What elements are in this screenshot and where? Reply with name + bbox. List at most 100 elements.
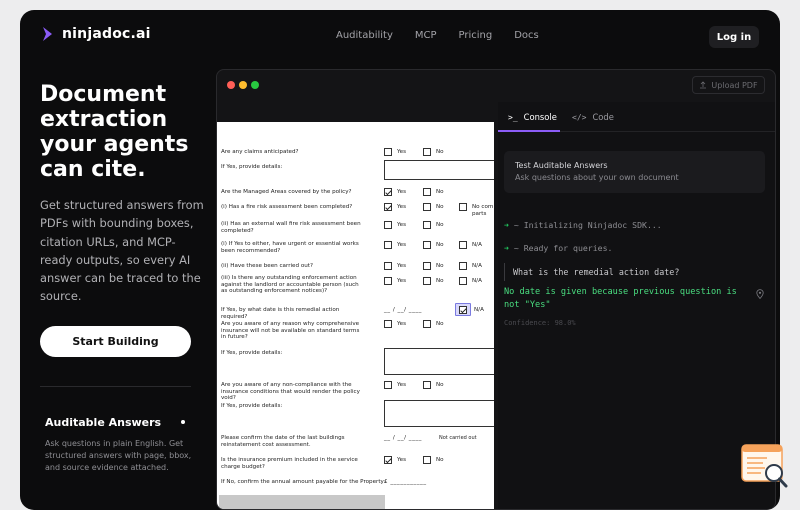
log-line-ready: ➜ ~ Ready for queries. <box>504 243 612 253</box>
doc-label-yes: Yes <box>397 382 407 388</box>
nav-link-mcp[interactable]: MCP <box>415 30 437 41</box>
log-ready-text: ~ Ready for queries. <box>513 243 613 253</box>
doc-question: (ii) Has an external wall fire risk asse… <box>221 221 361 234</box>
doc-question: If No, confirm the annual amount payable… <box>221 479 386 485</box>
doc-label-not-carried: Not carried out <box>439 435 477 441</box>
doc-label-yes: Yes <box>397 242 407 248</box>
doc-checkbox <box>423 277 431 285</box>
doc-checkbox <box>423 262 431 270</box>
doc-scroll-shade <box>219 495 385 509</box>
doc-checkbox <box>384 148 392 156</box>
doc-checkbox-checked <box>384 188 392 196</box>
doc-textbox <box>384 400 494 427</box>
doc-label-yes: Yes <box>397 149 407 155</box>
doc-date-blank: __ / __/ ____ <box>384 307 422 313</box>
window-minimize-dot[interactable] <box>239 81 247 89</box>
doc-checkbox <box>423 381 431 389</box>
doc-label-no: No <box>436 149 444 155</box>
brand-name: ninjadoc.ai <box>62 26 151 42</box>
tab-console[interactable]: >_ Console <box>508 112 557 122</box>
doc-question: If Yes, provide details: <box>221 350 283 356</box>
login-button[interactable]: Log in <box>709 26 759 48</box>
doc-question: (ii) Have these been carried out? <box>221 263 313 269</box>
code-icon: </> <box>572 112 587 122</box>
doc-checkbox <box>423 320 431 328</box>
answer-text: No date is given because previous questi… <box>504 287 737 310</box>
arrow-icon: ➜ <box>504 243 514 253</box>
start-building-button[interactable]: Start Building <box>40 326 191 357</box>
doc-checkbox <box>423 188 431 196</box>
doc-checkbox <box>384 320 392 328</box>
doc-label-no: No <box>436 278 444 284</box>
doc-label-yes: Yes <box>397 204 407 210</box>
doc-checkbox <box>423 203 431 211</box>
card-title: Test Auditable Answers <box>515 161 608 170</box>
doc-money-blank: £ ___________ <box>384 479 427 485</box>
upload-pdf-button[interactable]: Upload PDF <box>692 76 765 94</box>
doc-label-no-comp-b: parts <box>472 211 487 217</box>
location-pin-icon[interactable] <box>756 289 764 299</box>
arrow-icon: ➜ <box>504 220 514 230</box>
nav-link-auditability[interactable]: Auditability <box>336 30 393 41</box>
doc-date-blank: __ / __/ ____ <box>384 435 422 441</box>
doc-checkbox <box>459 277 467 285</box>
feature-active-dot <box>181 420 185 424</box>
doc-question: (iii) Is there any outstanding enforceme… <box>221 275 359 295</box>
page-frame: ninjadoc.ai Auditability MCP Pricing Doc… <box>20 10 780 510</box>
logo-chevron-icon <box>43 27 52 41</box>
nav-link-pricing[interactable]: Pricing <box>459 30 493 41</box>
doc-checkbox-checked <box>459 306 467 314</box>
doc-label-yes: Yes <box>397 321 407 327</box>
doc-label-yes: Yes <box>397 278 407 284</box>
doc-checkbox <box>459 262 467 270</box>
doc-label-no: No <box>436 189 444 195</box>
doc-question: Are any claims anticipated? <box>221 149 299 155</box>
tab-code[interactable]: </> Code <box>572 112 614 122</box>
nav-links: Auditability MCP Pricing Docs <box>336 30 539 41</box>
doc-label-yes: Yes <box>397 222 407 228</box>
nav-link-docs[interactable]: Docs <box>514 30 539 41</box>
doc-label-na: N/A <box>472 263 482 269</box>
feature-description: Ask questions in plain English. Get stru… <box>45 439 192 472</box>
log-line-init: ➜ ~ Initializing Ninjadoc SDK... <box>504 220 662 230</box>
doc-checkbox <box>384 381 392 389</box>
doc-label-no: No <box>436 321 444 327</box>
doc-checkbox <box>423 456 431 464</box>
doc-textbox <box>384 348 494 375</box>
window-maximize-dot[interactable] <box>251 81 259 89</box>
card-subtitle: Ask questions about your own document <box>515 173 679 182</box>
doc-checkbox <box>384 277 392 285</box>
window-close-dot[interactable] <box>227 81 235 89</box>
doc-label-yes: Yes <box>397 189 407 195</box>
doc-checkbox <box>384 262 392 270</box>
doc-question: (i) Has a fire risk assessment been comp… <box>221 204 353 210</box>
demo-window: Upload PDF Are any claims anticipated? Y… <box>216 69 776 510</box>
doc-question-remedial-date: If Yes, by what date is this remedial ac… <box>221 307 340 320</box>
divider <box>40 386 191 387</box>
doc-question: Are you aware of any non-compliance with… <box>221 382 360 402</box>
doc-checkbox <box>384 241 392 249</box>
doc-label-na: N/A <box>472 278 482 284</box>
doc-checkbox <box>459 241 467 249</box>
doc-label-no: No <box>436 263 444 269</box>
doc-label-no: No <box>436 204 444 210</box>
hero-heading: Document extraction your agents can cite… <box>40 82 189 182</box>
doc-checkbox-checked <box>384 456 392 464</box>
test-answers-card: Test Auditable Answers Ask questions abo… <box>504 151 765 193</box>
doc-question: (i) If Yes to either, have urgent or ess… <box>221 241 359 254</box>
doc-textbox <box>384 160 494 180</box>
doc-label-yes: Yes <box>397 263 407 269</box>
active-tab-indicator <box>498 130 560 132</box>
doc-label-no: No <box>436 457 444 463</box>
tab-console-label: Console <box>523 112 557 122</box>
upload-label: Upload PDF <box>711 80 758 90</box>
doc-label-no: No <box>436 242 444 248</box>
tab-code-label: Code <box>592 112 614 122</box>
log-init-text: ~ Initializing Ninjadoc SDK... <box>513 220 662 230</box>
search-document-badge-icon[interactable] <box>741 444 790 490</box>
doc-label-no-comp: No com parts <box>472 204 493 218</box>
logo[interactable]: ninjadoc.ai <box>42 26 151 42</box>
pdf-document[interactable]: Are any claims anticipated? Yes No If Ye… <box>217 122 494 509</box>
feature-title[interactable]: Auditable Answers <box>45 416 161 429</box>
doc-question: Is the insurance premium included in the… <box>221 457 358 470</box>
